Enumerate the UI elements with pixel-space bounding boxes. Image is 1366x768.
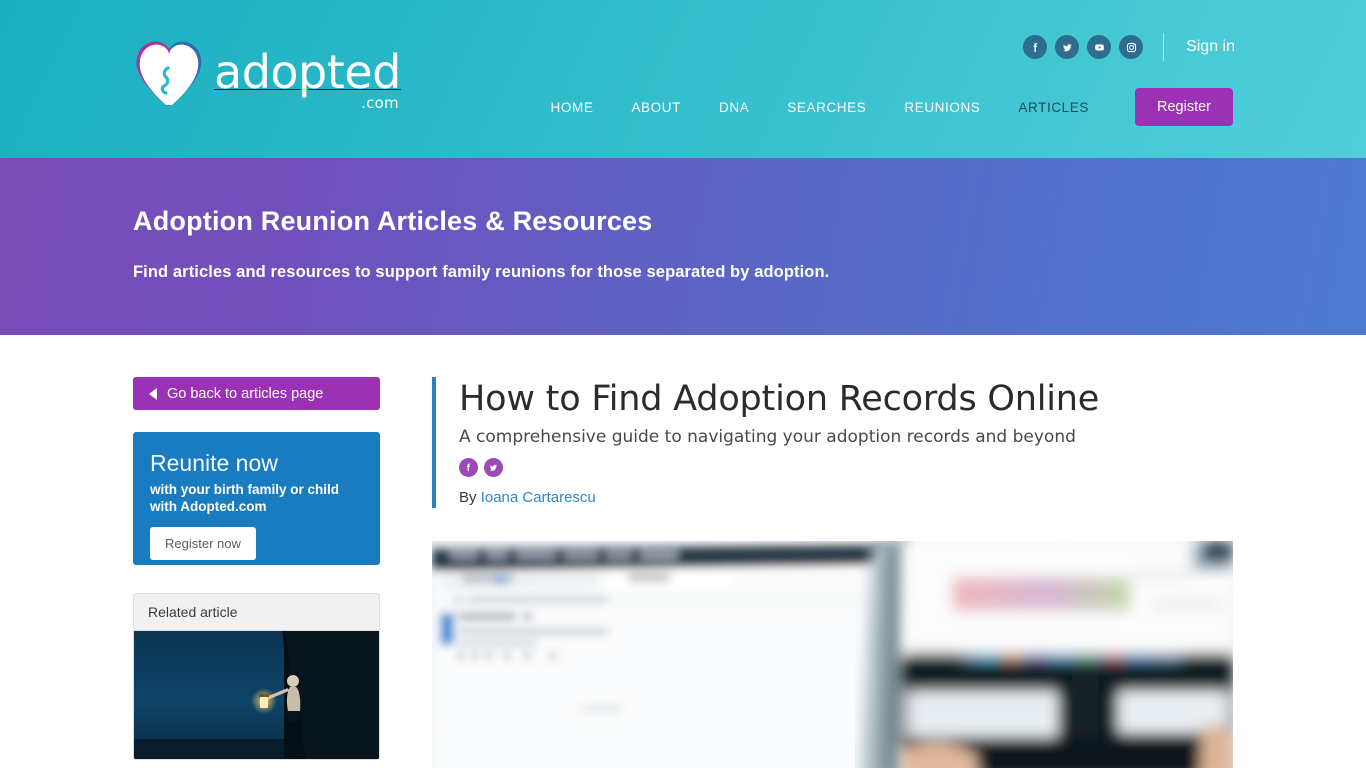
article-header: How to Find Adoption Records Online A co… xyxy=(432,377,1233,508)
article-title: How to Find Adoption Records Online xyxy=(459,379,1100,419)
youtube-icon[interactable] xyxy=(1087,35,1112,59)
related-article-panel: Related article xyxy=(133,593,380,760)
author-link[interactable]: Ioana Cartarescu xyxy=(481,489,596,506)
laptop-monitor-photo xyxy=(432,541,1233,768)
nav-item-searches[interactable]: SEARCHES xyxy=(768,100,885,115)
reunite-line-1: with your birth family or child xyxy=(150,482,340,497)
main-navigation: HOME ABOUT DNA SEARCHES REUNIONS ARTICLE… xyxy=(532,88,1233,126)
go-back-to-articles-button[interactable]: Go back to articles page xyxy=(133,377,380,410)
nav-item-dna[interactable]: DNA xyxy=(700,100,768,115)
logo-suffix: .com xyxy=(361,94,399,112)
twitter-share-icon[interactable] xyxy=(484,458,503,477)
instagram-icon[interactable] xyxy=(1119,35,1144,59)
article-hero-image xyxy=(432,541,1233,768)
reunite-title: Reunite now xyxy=(150,450,278,476)
triangle-left-icon xyxy=(149,387,157,400)
nav-item-reunions[interactable]: REUNIONS xyxy=(885,100,999,115)
article-subtitle: A comprehensive guide to navigating your… xyxy=(459,427,1076,447)
register-button[interactable]: Register xyxy=(1135,88,1233,126)
twitter-icon[interactable] xyxy=(1055,35,1080,59)
related-article-heading: Related article xyxy=(134,594,379,631)
go-back-label: Go back to articles page xyxy=(167,385,324,402)
article: How to Find Adoption Records Online A co… xyxy=(432,377,1233,768)
site-header: adopted .com Sign in HOME ABOUT DNA SEAR… xyxy=(0,0,1366,158)
article-byline: By Ioana Cartarescu xyxy=(459,489,1233,506)
byline-prefix: By xyxy=(459,489,481,506)
nav-item-about[interactable]: ABOUT xyxy=(612,100,700,115)
sidebar: Go back to articles page Reunite now wit… xyxy=(133,377,380,760)
nav-item-home[interactable]: HOME xyxy=(532,100,613,115)
header-divider xyxy=(1163,33,1165,61)
site-logo[interactable]: adopted .com xyxy=(133,35,401,112)
article-share-buttons xyxy=(459,458,1233,477)
social-links xyxy=(1023,35,1144,59)
nav-item-articles[interactable]: ARTICLES xyxy=(999,100,1108,115)
logo-text: adopted .com xyxy=(214,49,401,112)
facebook-share-icon[interactable] xyxy=(459,458,478,477)
reunite-line-2: with Adopted.com xyxy=(150,499,267,514)
header-utility-bar: Sign in xyxy=(1023,33,1235,61)
heart-family-logo-icon xyxy=(136,41,202,106)
page-subtitle: Find articles and resources to support f… xyxy=(133,263,830,281)
sign-in-link[interactable]: Sign in xyxy=(1186,38,1235,56)
page-content: Go back to articles page Reunite now wit… xyxy=(0,335,1366,768)
reunite-promo-card: Reunite now with your birth family or ch… xyxy=(133,432,380,565)
register-now-button[interactable]: Register now xyxy=(150,527,256,560)
lantern-cliff-photo xyxy=(134,631,379,759)
related-article-thumbnail[interactable] xyxy=(134,631,379,759)
facebook-icon[interactable] xyxy=(1023,35,1048,59)
page-hero-banner: Adoption Reunion Articles & Resources Fi… xyxy=(0,158,1366,335)
page-title: Adoption Reunion Articles & Resources xyxy=(133,206,653,236)
logo-wordmark: adopted xyxy=(214,45,401,99)
